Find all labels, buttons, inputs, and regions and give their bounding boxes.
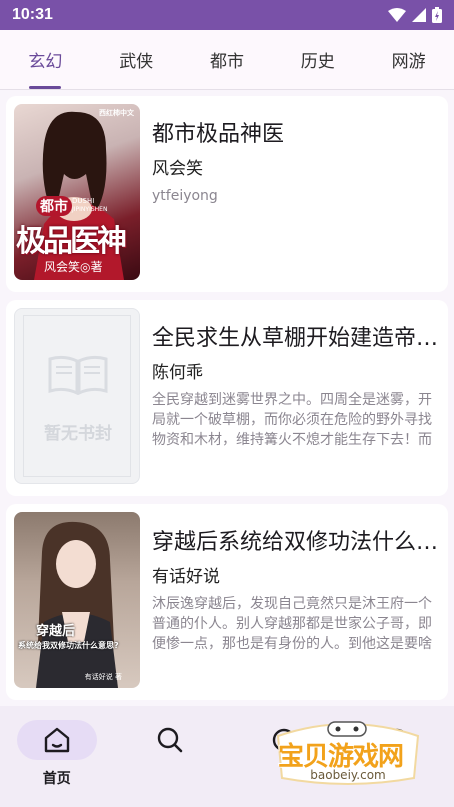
book-card[interactable]: 暂无书封 全民求生从草棚开始建造帝… 陈何乖 全民穿越到迷雾世界之中。四周全是迷… <box>6 300 448 496</box>
cover-badge: 西红柿中文 <box>99 109 134 117</box>
tab-wuxia[interactable]: 武侠 <box>91 30 182 89</box>
cover-big-title: 极品医神 <box>16 224 127 259</box>
watermark-url: baobeiy.com <box>310 768 386 782</box>
status-time: 10:31 <box>12 6 53 23</box>
book-card[interactable]: 穿越后 系统给我双修功法什么意思? 有话好说 著 穿越后系统给双修功法什么… 有… <box>6 504 448 700</box>
book-description: 全民穿越到迷雾世界之中。四周全是迷雾，开局就一个破草棚，而你必须在危险的野外寻找… <box>152 392 432 448</box>
book-author: 有话好说 <box>152 567 220 587</box>
tab-wangyou[interactable]: 网游 <box>363 30 454 89</box>
book-author: 风会笑 <box>152 159 203 179</box>
status-bar: 10:31 <box>0 0 454 30</box>
status-icons <box>388 7 442 23</box>
book-title: 全民求生从草棚开始建造帝… <box>152 326 439 351</box>
wifi-icon <box>388 8 406 22</box>
cover-placeholder-text: 暂无书封 <box>44 424 112 444</box>
book-card[interactable]: 西红柿中文 DUSHI JIPINYISHEN 都市 极品医神 风会笑◎著 都市… <box>6 96 448 292</box>
category-tabs: 玄幻 武侠 都市 历史 网游 <box>0 30 454 90</box>
cover-line-1: 穿越后 <box>36 624 76 639</box>
cover-line-2: 系统给我双修功法什么意思? <box>18 641 119 650</box>
nav-home[interactable]: 首页 <box>0 706 114 807</box>
book-title: 穿越后系统给双修功法什么… <box>152 530 439 555</box>
book-author: 陈何乖 <box>152 363 203 383</box>
book-cover: 穿越后 系统给我双修功法什么意思? 有话好说 著 <box>14 512 140 688</box>
home-icon <box>44 727 69 753</box>
cover-author: 风会笑◎著 <box>44 260 103 274</box>
tab-dushi[interactable]: 都市 <box>182 30 273 89</box>
book-title: 都市极品神医 <box>152 122 285 147</box>
search-icon <box>158 727 183 753</box>
nav-search-pill <box>130 720 210 760</box>
signal-icon <box>412 8 426 22</box>
cover-pinyin-2: JIPINYISHEN <box>72 206 108 213</box>
watermark-logo: 宝贝游戏网 baobeiy.com <box>268 718 428 788</box>
book-list: 西红柿中文 DUSHI JIPINYISHEN 都市 极品医神 风会笑◎著 都市… <box>0 90 454 706</box>
book-cover: 西红柿中文 DUSHI JIPINYISHEN 都市 极品医神 风会笑◎著 <box>14 104 140 280</box>
tab-lishi[interactable]: 历史 <box>272 30 363 89</box>
cover-author: 有话好说 著 <box>84 673 122 681</box>
nav-home-pill <box>16 720 97 760</box>
book-description: ytfeiyong <box>152 188 218 204</box>
book-placeholder-icon <box>48 355 108 395</box>
nav-home-label: 首页 <box>42 771 71 787</box>
nav-search[interactable] <box>114 706 228 807</box>
cover-tag: 都市 <box>36 196 72 216</box>
book-cover-placeholder: 暂无书封 <box>14 308 140 484</box>
book-description: 沐辰逸穿越后，发现自己竟然只是沐王府一个普通的仆人。别人穿越那都是世家公子哥，即… <box>152 596 432 652</box>
tab-xuanhuan[interactable]: 玄幻 <box>0 30 91 89</box>
cover-pinyin-1: DUSHI <box>72 197 95 205</box>
battery-icon <box>432 7 442 23</box>
